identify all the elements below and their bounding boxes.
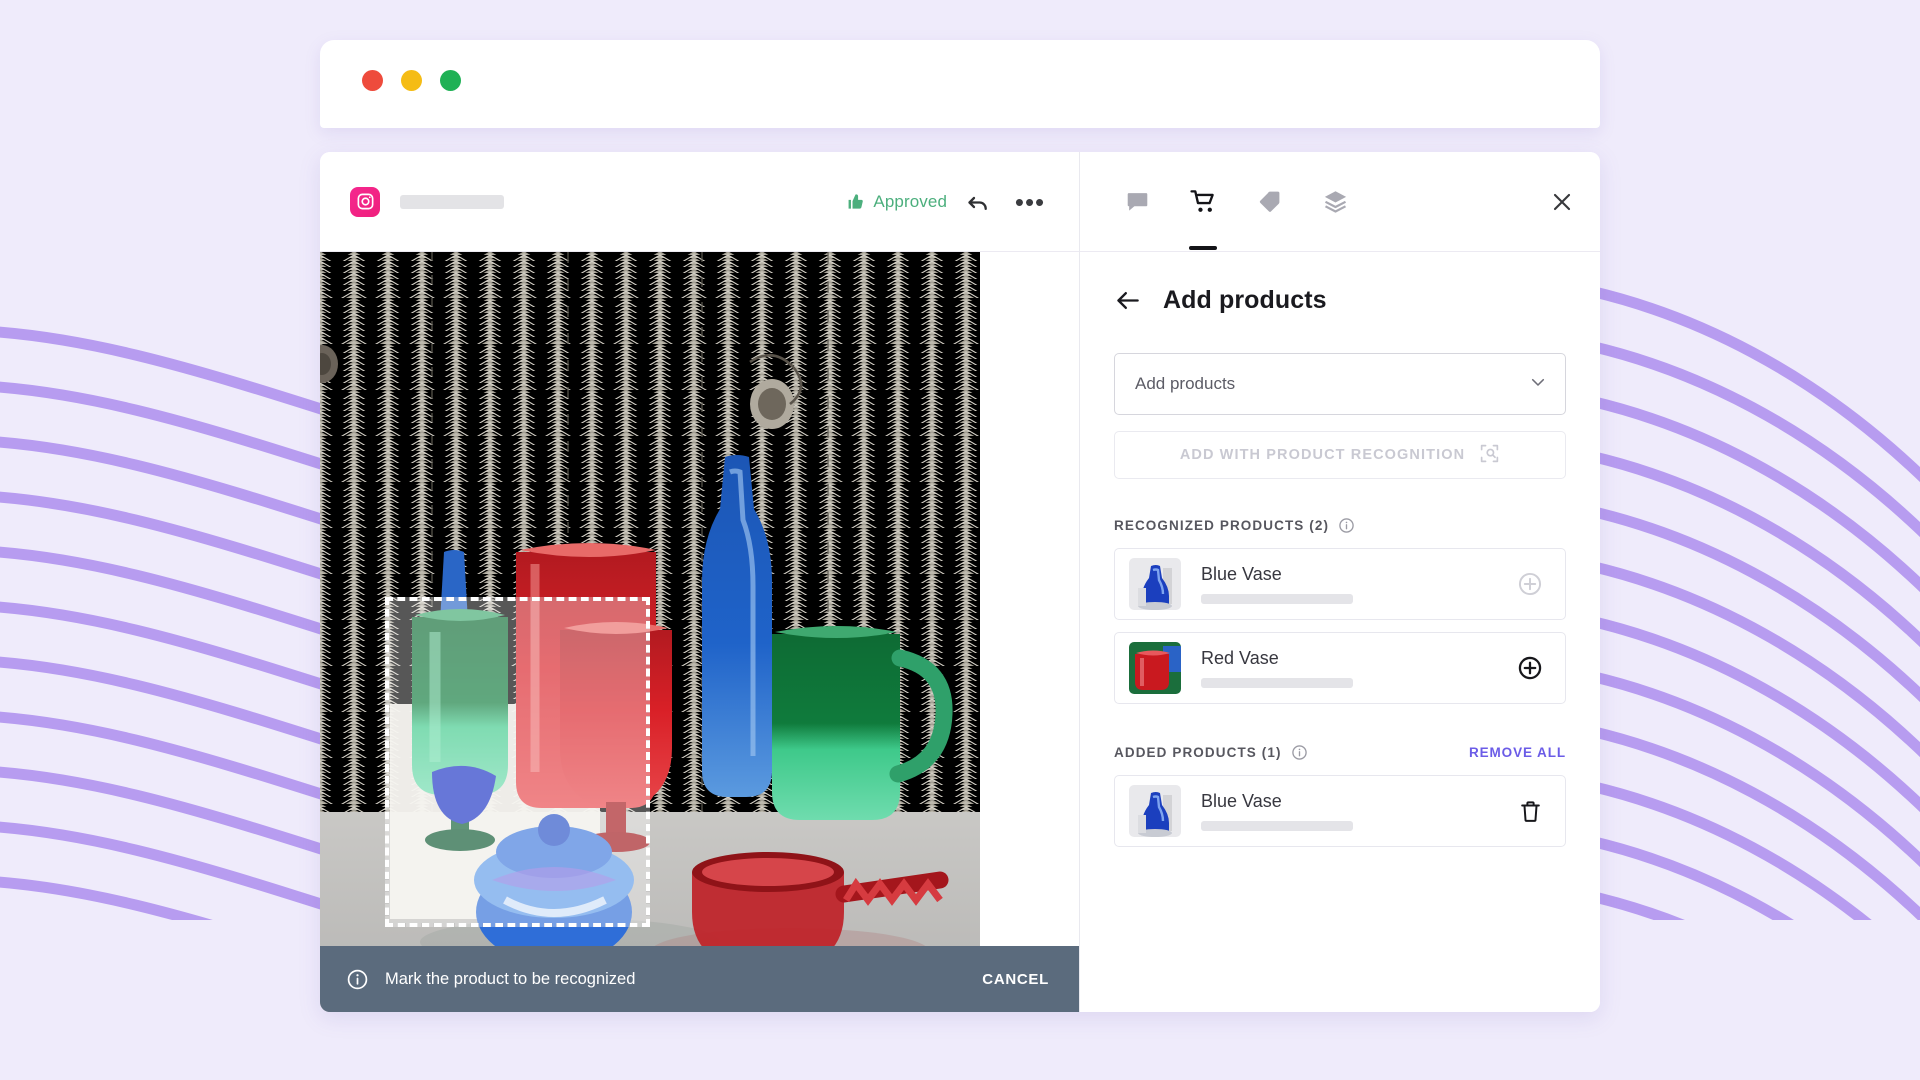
selection-marquee[interactable] xyxy=(385,597,650,927)
undo-icon xyxy=(968,196,987,210)
add-product-button[interactable] xyxy=(1517,655,1543,681)
media-header: Approved ••• xyxy=(320,152,1079,252)
layers-icon xyxy=(1324,191,1346,213)
media-column: Approved ••• Mark the product to be reco… xyxy=(320,152,1080,1012)
image-search-icon xyxy=(1479,443,1500,468)
product-name: Red Vase xyxy=(1201,648,1279,668)
instagram-icon xyxy=(350,186,380,217)
table-row[interactable]: Red Vase xyxy=(1114,632,1566,704)
panel-title-row: Add products xyxy=(1114,286,1566,315)
arrow-left-icon xyxy=(1117,292,1139,309)
status-badge: Approved xyxy=(847,192,947,212)
red-vase-thumbnail xyxy=(1129,642,1181,694)
more-options-button[interactable]: ••• xyxy=(1009,181,1051,223)
page-title: Add products xyxy=(1163,286,1327,314)
info-icon xyxy=(347,969,368,989)
maximize-window-button[interactable] xyxy=(440,70,461,91)
info-icon[interactable] xyxy=(1291,744,1308,761)
tab-layers[interactable] xyxy=(1312,176,1358,228)
panel-tabbar xyxy=(1114,176,1358,228)
thumbs-up-icon xyxy=(849,194,864,209)
blue-vase-thumbnail xyxy=(1129,785,1181,837)
traffic-lights xyxy=(362,70,461,91)
product-info: Blue Vase xyxy=(1201,791,1518,831)
toast-cancel-button[interactable]: CANCEL xyxy=(982,971,1049,988)
tag-icon xyxy=(1259,191,1279,212)
table-row[interactable]: Blue Vase xyxy=(1114,548,1566,620)
media-title-placeholder xyxy=(400,194,504,209)
panel-header xyxy=(1080,152,1600,252)
product-name: Blue Vase xyxy=(1201,564,1282,584)
tab-products[interactable] xyxy=(1180,176,1226,228)
add-with-product-recognition-button[interactable]: ADD WITH PRODUCT RECOGNITION xyxy=(1114,431,1566,479)
comment-icon xyxy=(1127,193,1147,211)
add-circle-icon xyxy=(1518,656,1542,680)
trash-icon xyxy=(1521,800,1540,822)
product-info: Blue Vase xyxy=(1201,564,1517,604)
media-canvas[interactable]: Mark the product to be recognized CANCEL xyxy=(320,252,1079,1012)
browser-chrome-bar xyxy=(320,40,1600,128)
status-label: Approved xyxy=(873,191,947,211)
minimize-window-button[interactable] xyxy=(401,70,422,91)
added-products-heading: ADDED PRODUCTS (1) xyxy=(1114,745,1282,760)
panel-close-button[interactable] xyxy=(1550,190,1574,214)
add-products-select-value: Add products xyxy=(1135,374,1236,393)
close-window-button[interactable] xyxy=(362,70,383,91)
added-products-header: ADDED PRODUCTS (1) REMOVE ALL xyxy=(1114,744,1566,761)
product-meta-placeholder xyxy=(1201,594,1353,604)
toast-message: Mark the product to be recognized xyxy=(385,969,636,988)
close-icon xyxy=(1553,193,1571,210)
back-button[interactable] xyxy=(1114,287,1141,314)
recognition-toast: Mark the product to be recognized CANCEL xyxy=(320,946,1079,1012)
product-meta-placeholder xyxy=(1201,821,1353,831)
panel-body: Add products Add products ADD WITH PRODU… xyxy=(1080,252,1600,1012)
chevron-down-icon xyxy=(1529,373,1547,396)
shopping-cart-icon xyxy=(1189,190,1214,212)
recognized-products-header: RECOGNIZED PRODUCTS (2) xyxy=(1114,517,1566,534)
info-icon[interactable] xyxy=(1338,517,1355,534)
app-window: Approved ••• Mark the product to be reco… xyxy=(320,152,1600,1012)
undo-button[interactable] xyxy=(957,181,999,223)
delete-product-button[interactable] xyxy=(1518,799,1543,824)
product-info: Red Vase xyxy=(1201,648,1517,688)
remove-all-button[interactable]: REMOVE ALL xyxy=(1469,745,1566,760)
tab-tags[interactable] xyxy=(1246,176,1292,228)
products-panel: Add products Add products ADD WITH PRODU… xyxy=(1080,152,1600,1012)
add-product-button[interactable] xyxy=(1517,571,1543,597)
blue-vase-thumbnail xyxy=(1129,558,1181,610)
recognition-button-label: ADD WITH PRODUCT RECOGNITION xyxy=(1179,447,1466,463)
product-name: Blue Vase xyxy=(1201,791,1282,811)
add-products-select[interactable]: Add products xyxy=(1114,353,1566,415)
media-header-actions: Approved ••• xyxy=(847,181,1051,223)
add-circle-icon xyxy=(1518,572,1542,596)
product-meta-placeholder xyxy=(1201,678,1353,688)
recognized-products-heading: RECOGNIZED PRODUCTS (2) xyxy=(1114,518,1330,533)
table-row[interactable]: Blue Vase xyxy=(1114,775,1566,847)
tab-comments[interactable] xyxy=(1114,176,1160,228)
